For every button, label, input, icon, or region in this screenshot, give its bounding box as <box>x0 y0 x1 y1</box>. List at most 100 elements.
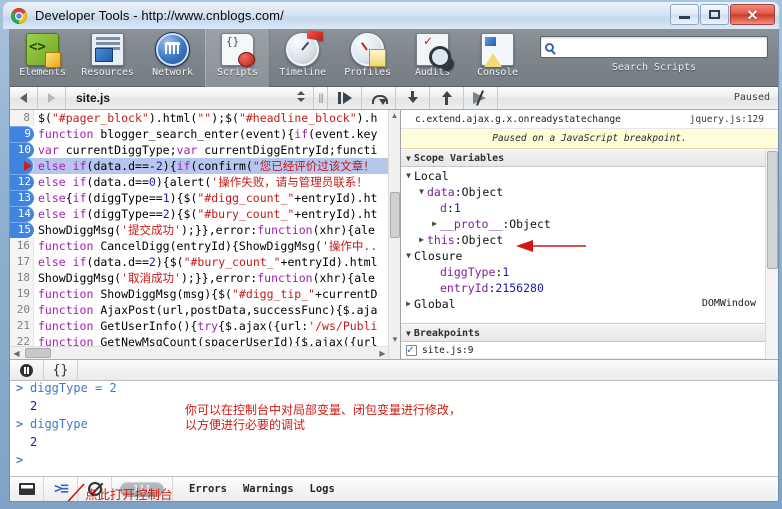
console-output[interactable]: > diggType = 2 2 > diggType 2 > 你可以在控制台中对局部变量、… <box>10 381 778 478</box>
chevron-down-icon[interactable]: ▼ <box>403 248 414 264</box>
panel-tab-audits[interactable]: Audits <box>400 29 465 87</box>
scope-scroll-thumb[interactable] <box>767 151 778 269</box>
panel-tab-elements[interactable]: Elements <box>10 29 75 87</box>
breakpoint-checkbox[interactable] <box>406 343 417 356</box>
panel-tab-resources[interactable]: Resources <box>75 29 140 87</box>
nav-forward-button[interactable] <box>38 87 66 109</box>
chevron-down-icon: ▼ <box>406 328 411 338</box>
scope-variable-row[interactable]: ▼ Local <box>401 168 778 184</box>
source-line[interactable]: 16 function CancelDigg(entryId){ShowDiggM… <box>10 238 388 254</box>
line-number-gutter[interactable]: 19 <box>10 286 34 302</box>
scroll-up-icon[interactable]: ▲ <box>389 110 400 122</box>
line-number-gutter[interactable]: 9 <box>10 126 34 142</box>
resume-script-execution-button[interactable] <box>328 87 362 109</box>
breakpoints-header[interactable]: ▼ Breakpoints <box>401 324 778 342</box>
chevron-down-icon[interactable]: ▼ <box>416 184 427 200</box>
source-code-lines[interactable]: 8 $("#pager_block").html("");$("#headline… <box>10 110 388 347</box>
line-number-gutter[interactable]: 10 <box>10 142 34 158</box>
object-braces-button[interactable]: {} <box>44 359 78 381</box>
scroll-left-icon[interactable]: ◀ <box>10 349 23 358</box>
chevron-down-icon[interactable]: ▼ <box>403 168 414 184</box>
source-line[interactable]: 12 else if(data.d==0){alert('操作失败，请与管理员联系… <box>10 174 388 190</box>
pause-on-exceptions-button[interactable] <box>10 359 44 381</box>
toggle-breakpoints-button[interactable] <box>464 87 498 109</box>
line-number-gutter[interactable]: 21 <box>10 318 34 334</box>
scroll-down-icon[interactable]: ▼ <box>389 334 400 346</box>
source-line[interactable]: 19 function ShowDiggMsg(msg){$("#digg_tip… <box>10 286 388 302</box>
scope-variable-separator: : <box>495 265 503 279</box>
source-line[interactable]: 15 ShowDiggMsg('提交成功');}},error:function(… <box>10 222 388 238</box>
panel-tab-profiles[interactable]: Profiles <box>335 29 400 87</box>
filter-warnings[interactable]: Warnings <box>243 483 294 495</box>
vscroll-thumb[interactable] <box>390 192 400 238</box>
nav-back-button[interactable] <box>10 87 38 109</box>
call-stack-row[interactable]: c.extend.ajax.g.x.onreadystatechange jqu… <box>401 110 778 129</box>
chevron-right-icon[interactable]: ▶ <box>403 296 414 312</box>
panel-tab-network[interactable]: Network <box>140 29 205 87</box>
line-number-gutter[interactable]: 17 <box>10 254 34 270</box>
chevron-right-icon[interactable]: ▶ <box>416 232 427 248</box>
dock-toggle-button[interactable] <box>10 477 44 501</box>
source-line[interactable]: 21 function GetUserInfo(){try{$.ajax({url… <box>10 318 388 334</box>
line-number-gutter[interactable]: 13 <box>10 190 34 206</box>
source-line[interactable]: 14 else if(diggType==2){$("#bury_count_"+… <box>10 206 388 222</box>
source-horizontal-scrollbar[interactable]: ◀ ▶ <box>10 346 389 359</box>
scope-variable-row[interactable]: d: 1 <box>401 200 778 216</box>
line-number-gutter[interactable]: 15 <box>10 222 34 238</box>
scope-variable-row[interactable]: ▶ __proto__: Object <box>401 216 778 232</box>
source-line[interactable]: 17 else if(data.d==2){$("#bury_count_"+en… <box>10 254 388 270</box>
show-console-button[interactable]: >≡ <box>44 477 78 501</box>
console-input-line[interactable]: > <box>10 453 778 471</box>
splitter-grip[interactable]: ||| <box>314 87 328 109</box>
scope-variable-row[interactable]: entryId: 2156280 <box>401 280 778 296</box>
hscroll-thumb[interactable] <box>25 348 51 358</box>
step-into-button[interactable] <box>396 87 430 109</box>
source-line[interactable]: 9 function blogger_search_enter(event){if… <box>10 126 388 142</box>
scope-variables-header[interactable]: ▼ Scope Variables <box>401 149 778 167</box>
console-input-line[interactable]: > diggType = 2 <box>10 381 778 399</box>
source-line[interactable]: 20 function AjaxPost(url,postData,success… <box>10 302 388 318</box>
source-line[interactable]: 13 else{if(diggType==1){$("#digg_count_"+… <box>10 190 388 206</box>
source-line[interactable]: 10 var currentDiggType;var currentDiggEnt… <box>10 142 388 158</box>
scope-vertical-scrollbar[interactable] <box>765 149 778 359</box>
source-line-text: function blogger_search_enter(event){if(… <box>38 127 378 141</box>
breakpoints-section: ▼ Breakpoints site.js:9 <box>401 323 778 359</box>
close-button[interactable]: ✕ <box>730 4 775 25</box>
source-line[interactable]: 11 else if(data.d==-2){if(confirm("您已经评价过… <box>10 158 388 174</box>
scope-variable-row[interactable]: ▼ data: Object <box>401 184 778 200</box>
source-line[interactable]: 8 $("#pager_block").html("");$("#headline… <box>10 110 388 126</box>
breakpoint-item[interactable]: site.js:9 <box>401 342 778 359</box>
minimize-button[interactable] <box>670 4 699 25</box>
console-prompt-icon: >≡ <box>54 481 69 497</box>
filter-errors[interactable]: Errors <box>189 483 227 495</box>
scope-variable-row[interactable]: ▼ Closure <box>401 248 778 264</box>
line-number-gutter[interactable]: 14 <box>10 206 34 222</box>
source-line[interactable]: 18 ShowDiggMsg('取消成功');}},error:function(… <box>10 270 388 286</box>
line-number-gutter[interactable]: 16 <box>10 238 34 254</box>
search-box[interactable] <box>540 36 768 58</box>
line-number-gutter[interactable]: 8 <box>10 110 34 126</box>
scope-variable-row[interactable]: diggType: 1 <box>401 264 778 280</box>
scope-variables-list[interactable]: ▼ Local ▼ data: Object d: 1 ▶ __proto__: Objec… <box>401 167 778 323</box>
panel-tab-timeline[interactable]: Timeline <box>270 29 335 87</box>
scope-variable-row[interactable]: ▶ this: Object <box>401 232 778 248</box>
line-number-gutter[interactable]: 12 <box>10 174 34 190</box>
panel-tab-scripts[interactable]: Scripts <box>205 29 270 87</box>
step-over-button[interactable] <box>362 87 396 109</box>
panel-tab-console[interactable]: Console <box>465 29 530 87</box>
file-selector-dropdown[interactable]: site.js <box>66 87 314 109</box>
filter-logs[interactable]: Logs <box>310 483 335 495</box>
line-number-gutter[interactable]: 20 <box>10 302 34 318</box>
step-out-button[interactable] <box>430 87 464 109</box>
chevron-right-icon[interactable]: ▶ <box>429 216 440 232</box>
scope-variable-value: 1 <box>453 201 461 215</box>
scope-variable-row[interactable]: ▶ Global DOMWindow <box>401 296 778 312</box>
line-number-gutter[interactable]: 11 <box>10 158 34 174</box>
call-stack-location[interactable]: jquery.js:129 <box>690 114 764 125</box>
search-input[interactable] <box>558 40 767 54</box>
source-vertical-scrollbar[interactable]: ▲ ▼ <box>388 110 400 359</box>
maximize-button[interactable] <box>700 4 729 25</box>
breakpoint-label[interactable]: site.js:9 <box>422 345 473 356</box>
line-number-gutter[interactable]: 18 <box>10 270 34 286</box>
scope-variable-name: this <box>427 233 455 247</box>
